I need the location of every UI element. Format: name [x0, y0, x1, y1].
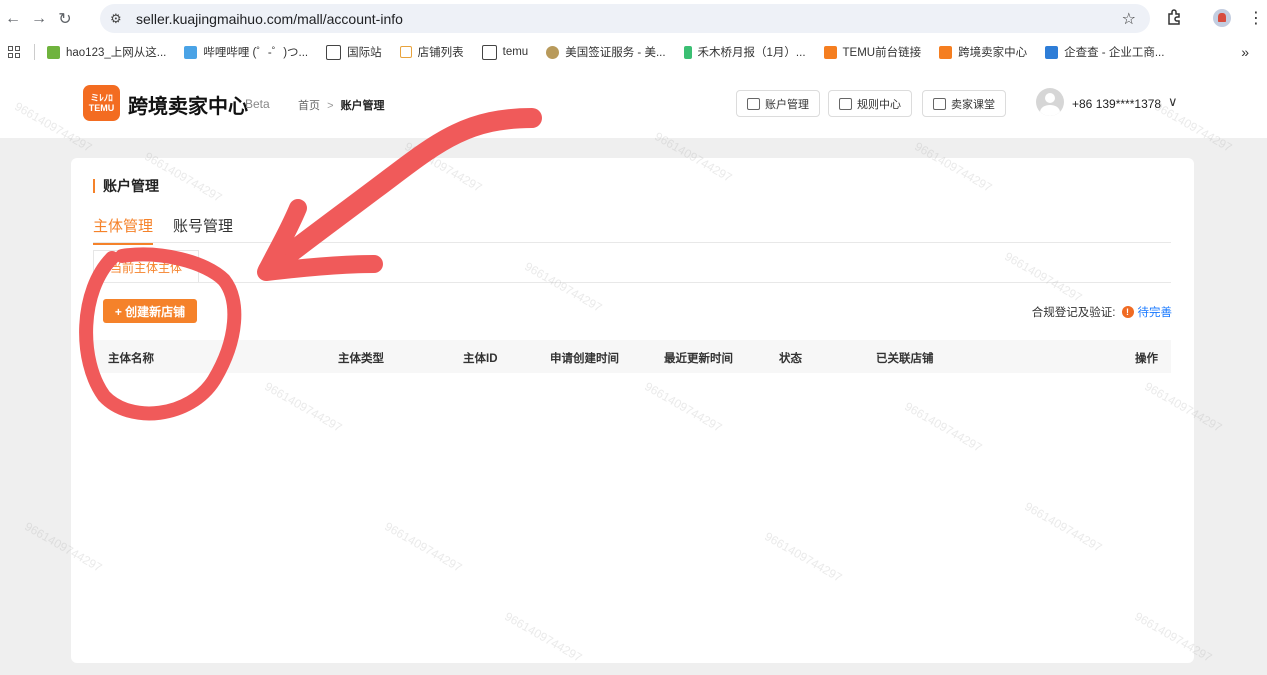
tabs-divider: [93, 242, 1171, 243]
beta-badge: Beta: [245, 97, 270, 111]
reload-icon[interactable]: ↻: [52, 6, 78, 32]
column-entity-type: 主体类型: [338, 353, 384, 365]
bookmark-item[interactable]: 哔哩哔哩 (゜-゜)つ...: [184, 44, 308, 60]
breadcrumb: 首页 > 账户管理: [298, 100, 385, 112]
chevron-down-icon[interactable]: ∨: [1168, 94, 1178, 110]
id-card-icon: [747, 97, 760, 110]
breadcrumb-current: 账户管理: [340, 100, 385, 112]
column-status: 状态: [779, 353, 802, 365]
brand-title: 跨境卖家中心: [128, 96, 248, 118]
table-header: 主体名称 主体类型 主体ID 申请创建时间 最近更新时间 状态 已关联店铺 操作: [93, 340, 1171, 373]
column-entity-id: 主体ID: [463, 353, 498, 365]
profile-avatar-icon[interactable]: [1213, 9, 1231, 27]
column-entity-name: 主体名称: [108, 353, 154, 365]
compliance-label: 合规登记及验证:: [1031, 307, 1116, 319]
bookmark-item[interactable]: 店铺列表: [399, 44, 464, 60]
document-icon: [839, 97, 852, 110]
subtab-current-entity[interactable]: 当前主体主体: [93, 250, 199, 283]
account-management-button[interactable]: 账户管理: [736, 90, 820, 117]
temu-logo[interactable]: ミﾚﾉﾛ TEMU: [83, 85, 120, 121]
qichacha-icon: [1045, 45, 1059, 59]
column-actions: 操作: [1135, 353, 1158, 365]
breadcrumb-home[interactable]: 首页: [298, 100, 320, 112]
user-phone[interactable]: +86 139****1378: [1072, 97, 1161, 111]
compliance-pending-link[interactable]: 待完善: [1138, 304, 1173, 320]
store-list-icon: [399, 46, 412, 58]
book-icon: [933, 97, 946, 110]
forward-icon[interactable]: →: [26, 6, 52, 32]
bilibili-icon: [184, 45, 198, 59]
bookmark-item[interactable]: hao123_上网从这...: [47, 44, 166, 60]
bookmark-item[interactable]: 美国签证服务 - 美...: [546, 44, 666, 60]
seller-classroom-button[interactable]: 卖家课堂: [922, 90, 1006, 117]
tab-entity-management[interactable]: 主体管理: [93, 215, 154, 245]
create-store-button[interactable]: + 创建新店铺: [103, 299, 197, 323]
more-bookmarks-icon[interactable]: »: [1241, 44, 1249, 60]
temu-icon: [823, 45, 837, 59]
hao123-icon: [47, 45, 60, 59]
user-avatar[interactable]: [1036, 88, 1064, 116]
bookmarks-separator: [34, 44, 35, 60]
site-info-icon[interactable]: ⚙: [110, 11, 126, 27]
bookmark-star-icon[interactable]: ☆: [1122, 9, 1136, 29]
account-card: 账户管理 主体管理 账号管理 当前主体主体 + 创建新店铺 合规登记及验证: !…: [71, 158, 1194, 663]
subtab-divider: [93, 282, 1171, 283]
app-header: ミﾚﾉﾛ TEMU 跨境卖家中心 Beta 首页 > 账户管理 账户管理 规则中…: [0, 66, 1267, 138]
column-update-time: 最近更新时间: [664, 353, 733, 365]
tab-account-management[interactable]: 账号管理: [173, 215, 233, 236]
folder-icon: [481, 44, 497, 60]
column-apply-time: 申请创建时间: [550, 353, 619, 365]
temu-icon: [939, 45, 953, 59]
section-title: 账户管理: [93, 179, 159, 193]
browser-toolbar: ← → ↻ ⚙ seller.kuajingmaihuo.com/mall/ac…: [0, 0, 1267, 38]
back-icon[interactable]: ←: [0, 6, 26, 32]
bookmark-item[interactable]: temu: [481, 44, 528, 60]
address-bar[interactable]: ⚙ seller.kuajingmaihuo.com/mall/account-…: [100, 4, 1150, 33]
apps-grid-icon[interactable]: [8, 46, 20, 58]
report-icon: [683, 45, 692, 59]
bookmark-item[interactable]: 禾木桥月报（1月）...: [683, 44, 806, 60]
browser-menu-icon[interactable]: ⋮: [1248, 8, 1264, 28]
column-linked-stores: 已关联店铺: [876, 353, 934, 365]
bookmark-item[interactable]: 跨境卖家中心: [939, 44, 1027, 60]
us-seal-icon: [546, 45, 560, 59]
rules-center-button[interactable]: 规则中心: [828, 90, 912, 117]
bookmarks-bar: hao123_上网从这... 哔哩哔哩 (゜-゜)つ... 国际站 店铺列表 t…: [0, 38, 1267, 67]
bookmark-item[interactable]: 企查查 - 企业工商...: [1045, 44, 1164, 60]
compliance-status: 合规登记及验证: ! 待完善: [1032, 304, 1172, 320]
warning-icon: !: [1121, 306, 1134, 318]
bookmark-item[interactable]: 国际站: [326, 44, 382, 60]
extensions-icon[interactable]: [1166, 8, 1184, 26]
folder-icon: [326, 44, 342, 60]
url-text: seller.kuajingmaihuo.com/mall/account-in…: [136, 10, 403, 27]
bookmark-item[interactable]: TEMU前台链接: [823, 44, 921, 60]
